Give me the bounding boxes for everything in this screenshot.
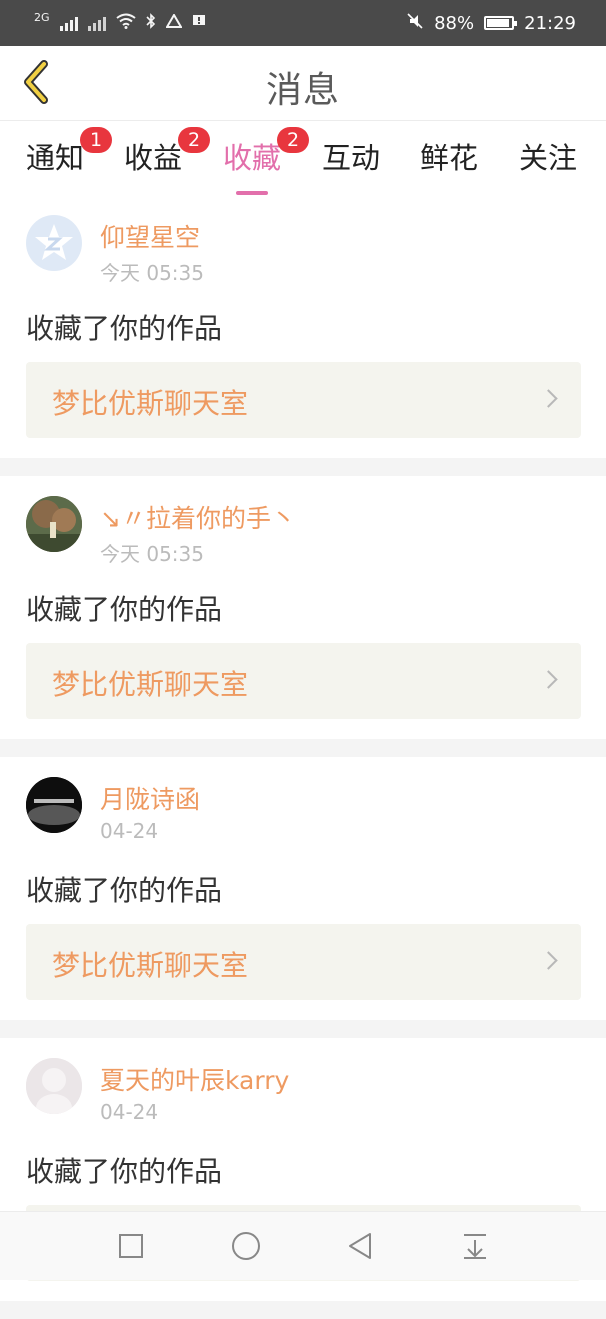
tab-flowers[interactable]: 鲜花 bbox=[420, 135, 478, 185]
avatar[interactable] bbox=[26, 496, 82, 552]
action-text: 收藏了你的作品 bbox=[26, 593, 223, 626]
work-title: 梦比优斯聊天室 bbox=[52, 387, 249, 420]
tab-interactions[interactable]: 互动 bbox=[322, 135, 380, 185]
notification-pull-button[interactable] bbox=[458, 1229, 492, 1263]
recents-button[interactable] bbox=[114, 1229, 148, 1263]
avatar[interactable] bbox=[26, 215, 82, 271]
triangle-back-icon bbox=[349, 1233, 371, 1259]
username[interactable]: 夏天的叶辰karry bbox=[100, 1061, 289, 1097]
username[interactable]: 仰望星空 bbox=[100, 218, 200, 254]
status-right: 88% 21:29 bbox=[406, 12, 576, 35]
signal-2-icon bbox=[87, 15, 106, 31]
system-nav-bar bbox=[0, 1211, 606, 1280]
tab-notifications[interactable]: 通知 1 bbox=[26, 127, 113, 185]
username[interactable]: 月陇诗函 bbox=[100, 780, 200, 816]
notification-badge: 2 bbox=[277, 127, 310, 153]
home-button[interactable] bbox=[229, 1229, 263, 1263]
tab-label: 关注 bbox=[519, 141, 578, 175]
tab-label: 收益 bbox=[124, 141, 183, 175]
network-type: 2G bbox=[34, 10, 50, 24]
favorites-feed: 仰望星空 今天 05:35 收藏了你的作品 梦比优斯聊天室 ↘〃拉着你的手丶 今… bbox=[0, 195, 606, 1319]
action-text: 收藏了你的作品 bbox=[26, 874, 223, 907]
avatar[interactable] bbox=[26, 1058, 82, 1114]
work-link[interactable]: 梦比优斯聊天室 bbox=[26, 924, 581, 1000]
chevron-right-icon bbox=[539, 670, 558, 689]
wifi-icon bbox=[115, 13, 136, 33]
tab-favorites[interactable]: 收藏 2 bbox=[223, 127, 310, 195]
list-item[interactable]: ↘〃拉着你的手丶 今天 05:35 收藏了你的作品 梦比优斯聊天室 bbox=[0, 476, 606, 739]
signal-icon bbox=[59, 15, 78, 31]
message-icon bbox=[192, 14, 206, 32]
notification-badge: 1 bbox=[80, 127, 113, 153]
photo-avatar-icon bbox=[26, 777, 82, 833]
status-bar: 2G 88% 21:29 bbox=[0, 0, 606, 46]
timestamp: 04-24 bbox=[100, 1100, 159, 1124]
action-text: 收藏了你的作品 bbox=[26, 1155, 223, 1188]
list-item[interactable]: 仰望星空 今天 05:35 收藏了你的作品 梦比优斯聊天室 bbox=[0, 195, 606, 458]
photo-avatar-icon bbox=[26, 496, 82, 552]
list-item[interactable]: 月陇诗函 04-24 收藏了你的作品 梦比优斯聊天室 bbox=[0, 757, 606, 1020]
tab-earnings[interactable]: 收益 2 bbox=[124, 127, 211, 185]
back-nav-button[interactable] bbox=[343, 1229, 377, 1263]
clock: 21:29 bbox=[524, 12, 576, 34]
timestamp: 04-24 bbox=[100, 819, 159, 843]
timestamp: 今天 05:35 bbox=[100, 261, 204, 285]
notification-badge: 2 bbox=[178, 127, 211, 153]
timestamp: 今天 05:35 bbox=[100, 542, 204, 566]
work-title: 梦比优斯聊天室 bbox=[52, 668, 249, 701]
tab-follows[interactable]: 关注 bbox=[519, 135, 577, 185]
star-avatar-icon bbox=[35, 224, 73, 260]
warning-icon bbox=[164, 13, 183, 32]
tab-label: 收藏 bbox=[223, 141, 282, 175]
header: 消息 bbox=[0, 46, 606, 121]
mute-icon bbox=[406, 12, 424, 35]
bluetooth-icon bbox=[145, 13, 156, 33]
battery-percent: 88% bbox=[434, 12, 475, 34]
photo-avatar-icon bbox=[26, 1058, 82, 1114]
chevron-right-icon bbox=[539, 951, 558, 970]
status-left: 2G bbox=[34, 10, 206, 33]
tab-label: 通知 bbox=[26, 141, 85, 175]
work-title: 梦比优斯聊天室 bbox=[52, 949, 249, 982]
tab-label: 鲜花 bbox=[420, 141, 479, 175]
square-recents-icon bbox=[119, 1234, 143, 1258]
tab-label: 互动 bbox=[322, 141, 381, 175]
tab-bar: 通知 1 收益 2 收藏 2 互动 鲜花 关注 bbox=[0, 121, 606, 195]
action-text: 收藏了你的作品 bbox=[26, 312, 223, 345]
work-link[interactable]: 梦比优斯聊天室 bbox=[26, 643, 581, 719]
username[interactable]: ↘〃拉着你的手丶 bbox=[100, 499, 296, 535]
chevron-right-icon bbox=[539, 389, 558, 408]
notification-pull-icon bbox=[464, 1234, 486, 1259]
page-title: 消息 bbox=[265, 70, 340, 111]
avatar[interactable] bbox=[26, 777, 82, 833]
battery-icon bbox=[484, 16, 518, 30]
work-link[interactable]: 梦比优斯聊天室 bbox=[26, 362, 581, 438]
circle-home-icon bbox=[232, 1232, 260, 1260]
